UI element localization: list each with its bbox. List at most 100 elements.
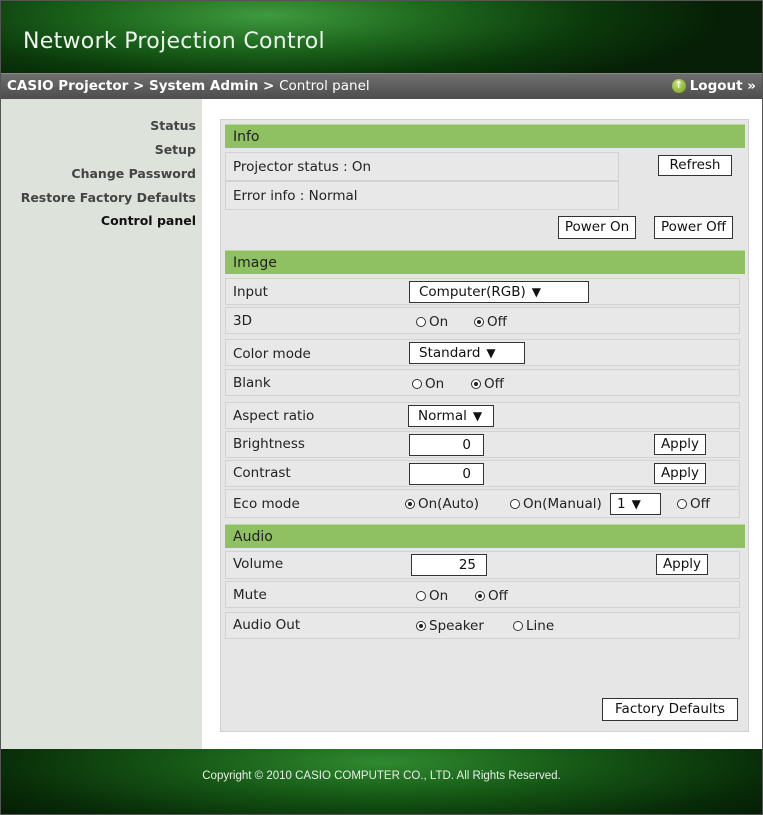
blank-row: Blank On Off [225,369,740,396]
input-select[interactable]: Computer(RGB) ▼ [409,281,589,303]
eco-auto-radio[interactable]: On(Auto) [405,496,479,512]
volume-apply-button[interactable]: Apply [656,554,708,575]
logout-link[interactable]: ↑ Logout » [671,78,756,94]
3d-off-radio[interactable]: Off [474,314,507,330]
3d-on-label: On [429,314,449,330]
eco-mode-label: Eco mode [233,496,300,512]
contrast-label: Contrast [233,465,291,481]
audio-section-header: Audio [225,524,745,548]
breadcrumb-item-system-admin[interactable]: System Admin [149,78,258,94]
audio-out-line-radio[interactable]: Line [513,618,554,634]
footer-banner: Copyright © 2010 CASIO COMPUTER CO., LTD… [1,749,762,814]
power-off-button[interactable]: Power Off [654,216,733,239]
breadcrumb: CASIO Projector > System Admin > Control… [7,78,370,94]
aspect-ratio-select-value: Normal [418,408,467,424]
sidebar-item-change-password[interactable]: Change Password [71,166,196,181]
sidebar-item-setup[interactable]: Setup [155,142,196,157]
sidebar-item-control-panel[interactable]: Control panel [101,213,196,228]
app-title: Network Projection Control [23,29,325,54]
breadcrumb-separator: > [128,78,149,94]
brightness-input[interactable]: 0 [409,434,484,456]
factory-defaults-button[interactable]: Factory Defaults [602,698,738,721]
color-mode-select[interactable]: Standard ▼ [409,342,525,364]
radio-selected-icon [474,317,484,327]
mute-label: Mute [233,587,267,603]
volume-label: Volume [233,556,284,572]
line-label: Line [526,618,555,634]
image-section-header: Image [225,250,745,274]
sidebar-item-status[interactable]: Status [150,118,196,133]
audio-out-label: Audio Out [233,617,301,633]
up-arrow-circle-icon: ↑ [671,79,686,93]
color-mode-row: Color mode Standard ▼ [225,339,740,366]
copyright-text: Copyright © 2010 CASIO COMPUTER CO., LTD… [202,770,561,782]
brightness-apply-button[interactable]: Apply [654,434,706,455]
input-row: Input Computer(RGB) ▼ [225,278,740,305]
eco-manual-level-select[interactable]: 1 ▼ [610,493,661,515]
radio-icon [416,591,426,601]
mute-on-label: On [429,588,449,604]
radio-icon [412,379,422,389]
projector-status-text: Projector status : On [233,159,372,175]
error-info-text: Error info : Normal [233,188,358,204]
info-error-row: Error info : Normal [225,181,619,210]
dropdown-arrow-icon: ▼ [531,285,541,299]
eco-auto-label: On(Auto) [418,496,480,512]
main-content: Info Projector status : On Error info : … [202,99,762,749]
blank-off-radio[interactable]: Off [471,376,504,392]
color-mode-label: Color mode [233,346,311,362]
audio-out-speaker-radio[interactable]: Speaker [416,618,484,634]
3d-label: 3D [233,313,252,329]
mute-off-radio[interactable]: Off [475,588,508,604]
input-label: Input [233,284,268,300]
aspect-ratio-label: Aspect ratio [233,408,315,424]
logout-label: Logout » [689,78,756,94]
eco-manual-radio[interactable]: On(Manual) [510,496,602,512]
3d-row: 3D On Off [225,307,740,334]
volume-row: Volume 25 Apply [225,551,740,579]
refresh-button[interactable]: Refresh [658,155,732,176]
radio-selected-icon [416,621,426,631]
dropdown-arrow-icon: ▼ [631,497,641,511]
page-frame: Network Projection Control CASIO Project… [0,0,763,815]
eco-off-label: Off [690,496,710,512]
eco-off-radio[interactable]: Off [677,496,710,512]
volume-input[interactable]: 25 [411,554,487,576]
mute-on-radio[interactable]: On [416,588,448,604]
dropdown-arrow-icon: ▼ [472,409,483,423]
blank-off-label: Off [484,376,504,392]
info-projector-status-row: Projector status : On [225,152,619,181]
breadcrumb-separator: > [258,78,280,94]
control-panel: Info Projector status : On Error info : … [220,119,749,732]
contrast-apply-button[interactable]: Apply [654,463,706,484]
radio-icon [416,317,426,327]
aspect-ratio-select[interactable]: Normal ▼ [408,405,494,427]
radio-selected-icon [405,499,415,509]
contrast-input[interactable]: 0 [409,463,484,485]
radio-selected-icon [471,379,481,389]
breadcrumb-item-current: Control panel [279,78,370,94]
power-on-button[interactable]: Power On [558,216,636,239]
radio-icon [513,621,523,631]
3d-on-radio[interactable]: On [416,314,448,330]
audio-out-row: Audio Out Speaker Line [225,612,740,639]
blank-on-radio[interactable]: On [412,376,444,392]
radio-icon [510,499,520,509]
info-section-header: Info [225,124,745,148]
color-mode-select-value: Standard [419,345,481,361]
blank-label: Blank [233,375,271,391]
speaker-label: Speaker [429,618,484,634]
blank-on-label: On [425,376,445,392]
breadcrumb-item-projector[interactable]: CASIO Projector [7,78,128,94]
contrast-row: Contrast 0 Apply [225,460,740,487]
mute-off-label: Off [488,588,508,604]
input-select-value: Computer(RGB) [419,284,526,300]
dropdown-arrow-icon: ▼ [486,346,496,360]
breadcrumb-bar: CASIO Projector > System Admin > Control… [1,73,762,100]
radio-selected-icon [475,591,485,601]
header-banner: Network Projection Control [1,1,762,73]
eco-mode-row: Eco mode On(Auto) On(Manual) 1 ▼ Off [225,489,740,518]
brightness-row: Brightness 0 Apply [225,431,740,458]
radio-icon [677,499,687,509]
sidebar-item-restore-factory-defaults[interactable]: Restore Factory Defaults [21,190,196,205]
